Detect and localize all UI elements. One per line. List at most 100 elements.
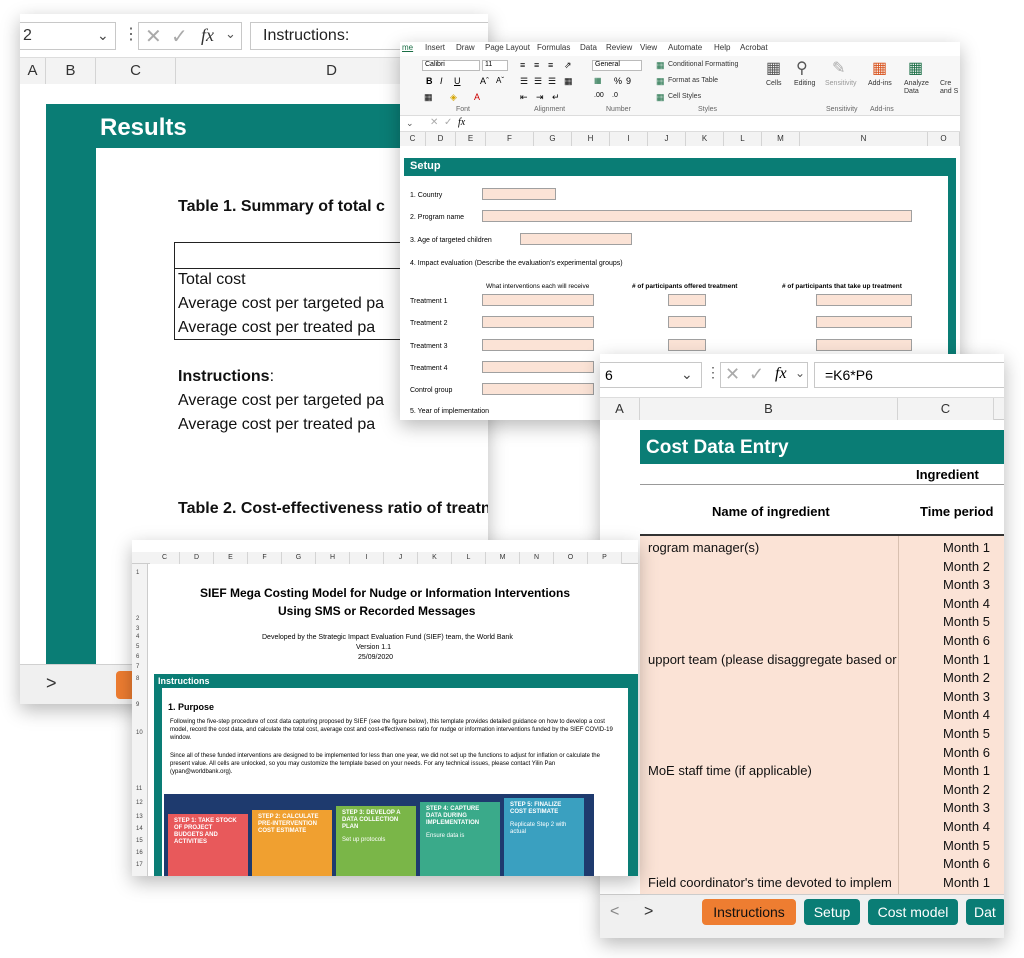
col-header[interactable]: K bbox=[418, 552, 452, 564]
cancel-icon[interactable]: ✕ bbox=[145, 24, 162, 49]
col-header[interactable]: J bbox=[648, 132, 686, 146]
time-period-cell[interactable]: Month 6 bbox=[940, 633, 990, 648]
number-format-select[interactable]: General bbox=[592, 60, 642, 71]
treatment-3-takeup[interactable] bbox=[816, 339, 912, 351]
chevron-down-icon[interactable]: ⌄ bbox=[795, 366, 805, 380]
row-number[interactable]: 14 bbox=[136, 826, 143, 832]
col-header[interactable]: E bbox=[456, 132, 486, 146]
chevron-down-icon[interactable]: ⌄ bbox=[225, 26, 236, 42]
borders-icon[interactable]: ▦ bbox=[424, 92, 433, 103]
col-header-a[interactable]: A bbox=[600, 398, 640, 420]
time-period-cell[interactable]: Month 2 bbox=[940, 782, 990, 797]
row-number[interactable]: 8 bbox=[136, 676, 139, 682]
fill-color-icon[interactable]: ◈ bbox=[450, 92, 457, 103]
time-period-cell[interactable]: Month 6 bbox=[940, 856, 990, 871]
editing-button[interactable]: Editing bbox=[794, 80, 815, 87]
col-header[interactable]: H bbox=[316, 552, 350, 564]
col-header[interactable]: D bbox=[180, 552, 214, 564]
menu-view[interactable]: View bbox=[640, 43, 657, 52]
menu-review[interactable]: Review bbox=[606, 43, 632, 52]
analyze-data-icon[interactable]: ▦ bbox=[908, 58, 923, 78]
age-field[interactable] bbox=[520, 233, 632, 245]
row-number[interactable]: 7 bbox=[136, 664, 139, 670]
col-header[interactable]: E bbox=[214, 552, 248, 564]
row-number[interactable]: 6 bbox=[136, 654, 139, 660]
ingredient-name[interactable]: MoE staff time (if applicable) bbox=[648, 763, 812, 778]
col-header[interactable]: J bbox=[384, 552, 418, 564]
chevron-down-icon[interactable]: ⌄ bbox=[97, 27, 109, 44]
row-number[interactable]: 16 bbox=[136, 850, 143, 856]
align-bottom-icon[interactable]: ≡ bbox=[548, 60, 553, 70]
col-header[interactable]: F bbox=[486, 132, 534, 146]
col-header[interactable]: L bbox=[724, 132, 762, 146]
ingredient-name[interactable]: upport team (please disaggregate based o… bbox=[648, 652, 897, 667]
treatment-3-offered[interactable] bbox=[668, 339, 706, 351]
formula-input[interactable]: =K6*P6 bbox=[814, 362, 1004, 388]
tab-data[interactable]: Dat bbox=[966, 899, 1004, 925]
col-header[interactable]: C bbox=[400, 132, 426, 146]
format-as-table-button[interactable]: Format as Table bbox=[668, 77, 718, 84]
menu-acrobat[interactable]: Acrobat bbox=[740, 43, 768, 52]
col-header[interactable]: G bbox=[534, 132, 572, 146]
time-period-cell[interactable]: Month 1 bbox=[940, 540, 990, 555]
comma-icon[interactable]: 9 bbox=[626, 76, 631, 86]
col-header[interactable]: M bbox=[762, 132, 800, 146]
row-number[interactable]: 11 bbox=[136, 786, 142, 792]
col-header[interactable]: D bbox=[426, 132, 456, 146]
more-options-icon[interactable]: ⋮ bbox=[706, 364, 720, 381]
row-number[interactable]: 12 bbox=[136, 800, 143, 806]
row-number[interactable]: 3 bbox=[136, 626, 139, 632]
time-period-cell[interactable]: Month 3 bbox=[940, 800, 990, 815]
time-period-cell[interactable]: Month 4 bbox=[940, 707, 990, 722]
menu-help[interactable]: Help bbox=[714, 43, 730, 52]
more-options-icon[interactable]: ⋮ bbox=[123, 24, 139, 44]
treatment-3-field[interactable] bbox=[482, 339, 594, 351]
time-period-cell[interactable]: Month 3 bbox=[940, 577, 990, 592]
col-header-c[interactable]: C bbox=[898, 398, 994, 420]
time-period-cell[interactable]: Month 2 bbox=[940, 559, 990, 574]
treatment-2-field[interactable] bbox=[482, 316, 594, 328]
col-header[interactable]: F bbox=[248, 552, 282, 564]
time-period-cell[interactable]: Month 4 bbox=[940, 819, 990, 834]
col-header[interactable]: K bbox=[686, 132, 724, 146]
row-number[interactable]: 5 bbox=[136, 644, 139, 650]
align-center-icon[interactable]: ☰ bbox=[534, 76, 542, 87]
ingredient-name[interactable]: Field coordinator's time devoted to impl… bbox=[648, 875, 892, 890]
treatment-1-takeup[interactable] bbox=[816, 294, 912, 306]
col-header[interactable]: G bbox=[282, 552, 316, 564]
conditional-formatting-button[interactable]: Conditional Formatting bbox=[668, 61, 738, 68]
fx-icon[interactable]: fx bbox=[775, 365, 787, 383]
ingredient-name[interactable]: rogram manager(s) bbox=[648, 540, 759, 555]
col-header[interactable]: O bbox=[554, 552, 588, 564]
align-left-icon[interactable]: ☰ bbox=[520, 76, 528, 87]
grow-font-icon[interactable]: Aˆ bbox=[480, 76, 489, 86]
row-number[interactable]: 13 bbox=[136, 814, 143, 820]
menu-formulas[interactable]: Formulas bbox=[537, 43, 570, 52]
bold-icon[interactable]: B bbox=[426, 76, 433, 86]
treatment-1-offered[interactable] bbox=[668, 294, 706, 306]
addins-button[interactable]: Add-ins bbox=[868, 80, 892, 87]
create-button[interactable]: Cre and S bbox=[940, 80, 958, 96]
name-box[interactable]: 2 ⌄ bbox=[20, 22, 116, 50]
time-period-cell[interactable]: Month 5 bbox=[940, 614, 990, 629]
fx-icon[interactable]: fx bbox=[458, 117, 465, 128]
cells-icon[interactable]: ▦ bbox=[766, 58, 781, 78]
col-header-b[interactable]: B bbox=[46, 58, 96, 84]
col-header[interactable]: L bbox=[452, 552, 486, 564]
align-middle-icon[interactable]: ≡ bbox=[534, 60, 539, 70]
menu-automate[interactable]: Automate bbox=[668, 43, 702, 52]
time-period-cell[interactable]: Month 1 bbox=[940, 652, 990, 667]
row-number[interactable]: 10 bbox=[136, 730, 143, 736]
search-icon[interactable]: ⚲ bbox=[796, 58, 808, 78]
percent-icon[interactable]: % bbox=[614, 76, 622, 86]
cells-button[interactable]: Cells bbox=[766, 80, 782, 87]
row-number[interactable]: 4 bbox=[136, 634, 139, 640]
row-number[interactable]: 17 bbox=[136, 862, 143, 868]
wrap-icon[interactable]: ↵ bbox=[552, 92, 560, 103]
decrease-decimal-icon[interactable]: .0 bbox=[612, 92, 618, 99]
align-top-icon[interactable]: ≡ bbox=[520, 60, 525, 70]
menu-draw[interactable]: Draw bbox=[456, 43, 475, 52]
time-period-cell[interactable]: Month 4 bbox=[940, 596, 990, 611]
tab-stub[interactable] bbox=[116, 671, 132, 699]
sheet-nav-next-icon[interactable]: > bbox=[46, 673, 57, 694]
